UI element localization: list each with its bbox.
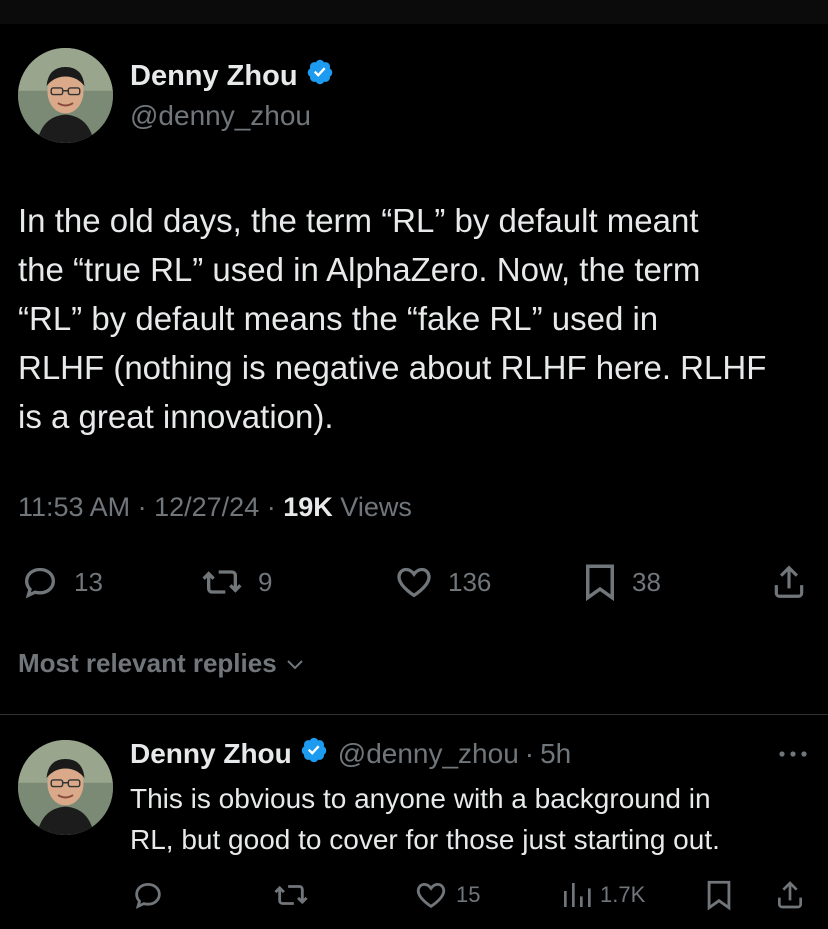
like-count: 136 — [448, 566, 492, 597]
meta-separator: · — [137, 492, 147, 522]
tweet-meta: 11:53 AM · 12/27/24 · 19K Views — [18, 492, 412, 523]
reply-text-line: This is obvious to anyone with a backgro… — [130, 783, 711, 814]
tweet-time[interactable]: 11:53 AM — [18, 492, 130, 522]
reply-like-button[interactable]: 15 — [414, 872, 480, 918]
reply-author-name[interactable]: Denny Zhou — [130, 738, 292, 770]
reply-icon — [135, 882, 161, 909]
author-handle[interactable]: @denny_zhou — [130, 100, 311, 132]
replies-sort-dropdown[interactable]: Most relevant replies — [18, 648, 307, 679]
reply-views-button[interactable]: 1.7K — [560, 872, 645, 918]
reply-time[interactable]: 5h — [540, 738, 571, 770]
reply-text: This is obvious to anyone with a backgro… — [130, 778, 820, 860]
reply-separator: · — [524, 737, 535, 769]
tweet-text-line: “RL” by default means the “fake RL” used… — [18, 300, 659, 337]
more-dots-icon — [779, 751, 807, 757]
repost-button[interactable]: 9 — [200, 556, 272, 608]
like-button[interactable]: 136 — [394, 556, 491, 608]
bookmark-button[interactable]: 38 — [582, 556, 661, 608]
more-options-button[interactable] — [776, 744, 810, 764]
tweet-text-line: the “true RL” used in AlphaZero. Now, th… — [18, 251, 701, 288]
heart-icon — [397, 567, 431, 598]
author-name[interactable]: Denny Zhou — [130, 58, 334, 94]
verified-badge-icon — [300, 736, 328, 771]
reply-share-button[interactable] — [774, 872, 806, 918]
reply-actions: 15 1.7K — [0, 872, 828, 918]
views-count: 19K — [283, 492, 333, 522]
reply-bookmark-button[interactable] — [704, 872, 734, 918]
replies-sort-label: Most relevant replies — [18, 648, 277, 678]
reply-button[interactable]: 13 — [20, 556, 103, 608]
reply-header: Denny Zhou @denny_zhou · 5h — [130, 736, 571, 771]
bookmark-icon — [586, 564, 614, 602]
repost-icon — [202, 570, 242, 594]
bookmark-icon — [707, 880, 731, 911]
tweet-text-line: is a great innovation). — [18, 398, 334, 435]
tweet-text-line: In the old days, the term “RL” by defaul… — [18, 202, 699, 239]
share-icon — [778, 881, 802, 909]
author-name-text: Denny Zhou — [130, 59, 298, 92]
views-chart-icon — [564, 883, 591, 907]
chevron-down-icon — [286, 659, 303, 669]
reply-repost-button[interactable] — [272, 872, 310, 918]
tweet-date[interactable]: 12/27/24 — [154, 492, 259, 522]
status-bar — [0, 0, 828, 24]
reply-like-count: 15 — [456, 882, 481, 907]
reply-count: 13 — [74, 566, 103, 597]
share-icon — [774, 565, 804, 598]
share-button[interactable] — [770, 556, 808, 608]
reply-author-handle[interactable]: @denny_zhou — [338, 738, 519, 770]
divider — [0, 714, 828, 715]
tweet-text-line: RLHF (nothing is negative about RLHF her… — [18, 349, 767, 386]
verified-badge-icon — [306, 58, 334, 94]
meta-separator: · — [266, 492, 276, 522]
author-avatar[interactable] — [18, 48, 113, 143]
reply-author-avatar[interactable] — [18, 740, 113, 835]
reply-reply-button[interactable] — [131, 872, 165, 918]
repost-icon — [274, 885, 308, 905]
heart-icon — [416, 882, 446, 908]
repost-count: 9 — [258, 566, 273, 597]
reply-views-count: 1.7K — [600, 882, 646, 907]
tweet-text: In the old days, the term “RL” by defaul… — [18, 196, 818, 441]
views-label: Views — [340, 492, 412, 522]
bookmark-count: 38 — [632, 566, 661, 597]
reply-text-line: RL, but good to cover for those just sta… — [130, 824, 720, 855]
tweet-actions: 13 9 136 38 — [0, 556, 828, 608]
reply-icon — [24, 567, 56, 599]
